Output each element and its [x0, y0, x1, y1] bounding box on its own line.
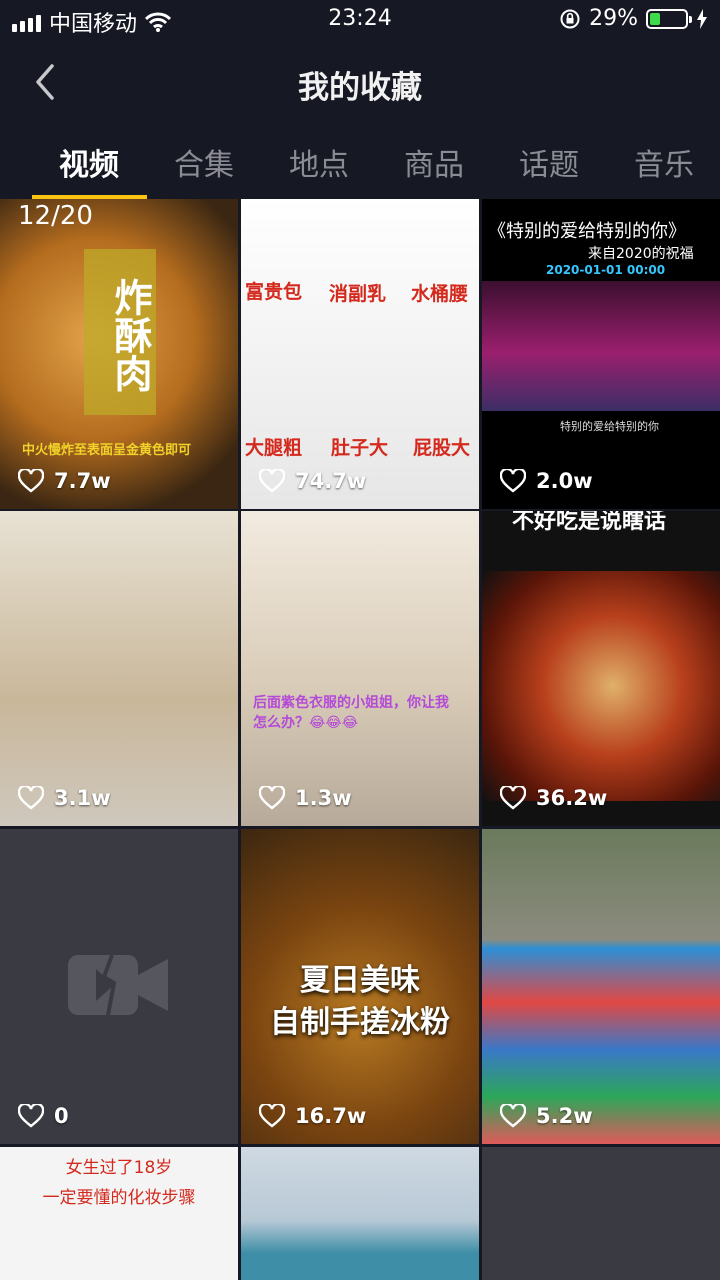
video-thumbnail[interactable]: 不好吃是说瞎话 36.2w — [482, 511, 720, 826]
page-counter: 12/20 — [18, 201, 93, 231]
overlay-caption: 水桶腰 — [411, 283, 469, 305]
rotation-lock-icon — [560, 9, 580, 28]
tab-videos[interactable]: 视频 — [31, 140, 147, 184]
video-thumbnail[interactable]: 后面紫色衣服的小姐姐，你让我怎么办？😂😂😂 1.3w — [241, 511, 479, 826]
video-grid: 12/20 炸酥肉 中火慢炸至表面呈金黄色即可 7.7w 富贵包 消副乳 水桶腰… — [0, 199, 720, 1280]
like-count: 7.7w — [18, 469, 111, 493]
overlay-caption: 女生过了18岁 — [65, 1158, 173, 1178]
status-bar: 中国移动 23:24 29% — [0, 0, 720, 40]
like-count: 3.1w — [18, 786, 111, 810]
video-thumbnail[interactable]: 12/20 炸酥肉 中火慢炸至表面呈金黄色即可 7.7w — [0, 199, 238, 509]
overlay-caption: 炸酥肉 — [84, 249, 156, 415]
heart-icon — [500, 469, 526, 493]
overlay-caption: 《特别的爱给特别的你》 — [488, 221, 686, 242]
video-thumbnail[interactable]: 3.1w — [0, 511, 238, 826]
overlay-caption: 自制手搓冰粉 — [270, 1005, 450, 1040]
video-thumbnail[interactable]: 女生过了18岁 一定要懂的化妆步骤 — [0, 1147, 238, 1280]
heart-icon — [500, 1104, 526, 1128]
like-count: 16.7w — [259, 1104, 366, 1128]
heart-icon — [18, 786, 44, 810]
overlay-caption: 特别的爱给特别的你 — [560, 420, 659, 433]
battery-icon — [646, 8, 692, 29]
overlay-caption: 后面紫色衣服的小姐姐，你让我怎么办？😂😂😂 — [253, 695, 449, 731]
like-count: 5.2w — [500, 1104, 593, 1128]
overlay-caption: 2020-01-01 00:00 — [546, 263, 666, 277]
like-count: 74.7w — [259, 469, 366, 493]
heart-icon — [18, 469, 44, 493]
overlay-caption: 大腿粗 — [245, 437, 303, 459]
overlay-caption: 消副乳 — [329, 283, 387, 305]
like-count: 0 — [18, 1104, 69, 1128]
overlay-caption: 夏日美味 — [300, 963, 420, 998]
video-thumbnail-unavailable[interactable] — [482, 1147, 720, 1280]
like-count: 36.2w — [500, 786, 607, 810]
video-thumbnail-unavailable[interactable]: 0 — [0, 829, 238, 1144]
video-thumbnail[interactable]: 《特别的爱给特别的你》 来自2020的祝福 2020-01-01 00:00 特… — [482, 199, 720, 509]
tab-topics[interactable]: 话题 — [491, 140, 607, 184]
like-count: 2.0w — [500, 469, 593, 493]
tab-products[interactable]: 商品 — [376, 140, 492, 184]
page-title: 我的收藏 — [298, 70, 422, 106]
charging-icon — [697, 8, 707, 29]
overlay-caption: 不好吃是说瞎话 — [512, 511, 667, 534]
overlay-caption: 富贵包 — [245, 281, 303, 303]
navigation-bar: 我的收藏 — [0, 44, 720, 120]
video-thumbnail[interactable]: 夏日美味 自制手搓冰粉 16.7w — [241, 829, 479, 1144]
video-thumbnail[interactable] — [241, 1147, 479, 1280]
overlay-caption: 来自2020的祝福 — [588, 246, 694, 262]
like-count: 1.3w — [259, 786, 352, 810]
heart-icon — [500, 786, 526, 810]
tab-music[interactable]: 音乐 — [606, 140, 720, 184]
overlay-caption: 一定要懂的化妆步骤 — [42, 1188, 196, 1208]
tab-collections[interactable]: 合集 — [146, 140, 262, 184]
video-thumbnail[interactable]: 富贵包 消副乳 水桶腰 大腿粗 肚子大 屁股大 74.7w — [241, 199, 479, 509]
category-tabs: 视频 合集 地点 商品 话题 音乐 — [0, 130, 720, 200]
heart-icon — [259, 786, 285, 810]
battery-percent: 29% — [589, 6, 638, 31]
video-thumbnail[interactable]: 5.2w — [482, 829, 720, 1144]
tab-places[interactable]: 地点 — [261, 140, 377, 184]
heart-icon — [259, 1104, 285, 1128]
heart-icon — [259, 469, 285, 493]
overlay-subtitle: 中火慢炸至表面呈金黄色即可 — [22, 443, 192, 458]
heart-icon — [18, 1104, 44, 1128]
overlay-caption: 屁股大 — [413, 437, 471, 459]
overlay-caption: 肚子大 — [331, 437, 389, 459]
broken-video-icon — [68, 954, 168, 1016]
